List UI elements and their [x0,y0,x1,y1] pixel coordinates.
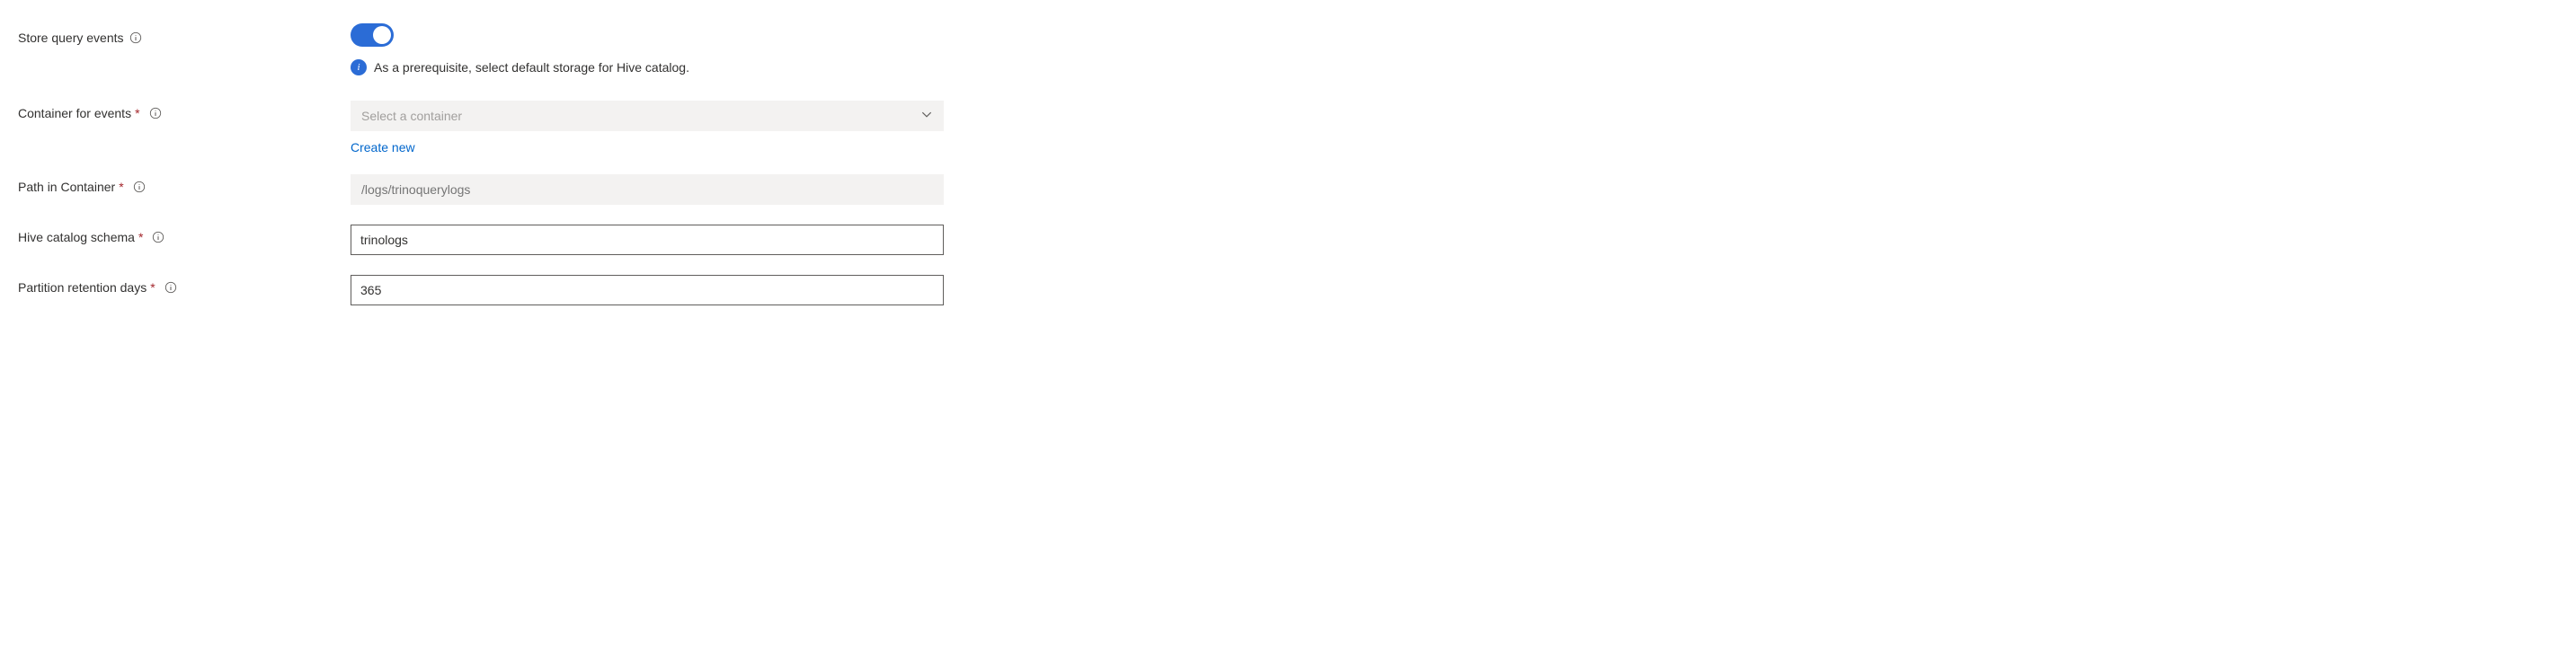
control-container-for-events: Select a container Create new [351,101,944,154]
label-text: Container for events [18,106,131,120]
row-partition-retention-days: Partition retention days * [18,275,1330,305]
toggle-knob [373,26,391,44]
label-text: Path in Container [18,180,115,194]
info-icon[interactable] [133,181,146,193]
required-asterisk: * [138,230,143,244]
row-container-for-events: Container for events * Select a containe… [18,101,1330,154]
required-asterisk: * [150,280,155,295]
row-store-query-events: Store query events i As a prerequisite, … [18,22,1330,75]
info-icon[interactable] [149,107,162,119]
prerequisite-text: As a prerequisite, select default storag… [374,60,689,75]
label-container-for-events: Container for events * [18,101,351,120]
required-asterisk: * [119,180,123,194]
container-select[interactable]: Select a container [351,101,944,131]
container-select-placeholder: Select a container [361,109,462,123]
path-in-container-input [351,174,944,205]
store-query-events-toggle[interactable] [351,23,394,47]
label-partition-retention-days: Partition retention days * [18,275,351,295]
control-partition-retention-days [351,275,944,305]
label-path-in-container: Path in Container * [18,174,351,194]
control-hive-catalog-schema [351,225,944,255]
label-hive-catalog-schema: Hive catalog schema * [18,225,351,244]
control-store-query-events: i As a prerequisite, select default stor… [351,22,944,75]
hive-catalog-schema-input[interactable] [351,225,944,255]
chevron-down-icon [920,109,933,124]
label-text: Partition retention days [18,280,147,295]
configuration-form: Store query events i As a prerequisite, … [18,22,1330,305]
control-path-in-container [351,174,944,205]
label-text: Store query events [18,31,124,45]
row-path-in-container: Path in Container * [18,174,1330,205]
prerequisite-info: i As a prerequisite, select default stor… [351,59,944,75]
label-text: Hive catalog schema [18,230,135,244]
create-new-link[interactable]: Create new [351,140,415,154]
info-icon[interactable] [129,31,142,44]
label-store-query-events: Store query events [18,22,351,45]
info-dot-icon: i [351,59,367,75]
required-asterisk: * [135,106,139,120]
info-icon[interactable] [152,231,164,243]
partition-retention-days-input[interactable] [351,275,944,305]
info-icon[interactable] [164,281,177,294]
row-hive-catalog-schema: Hive catalog schema * [18,225,1330,255]
